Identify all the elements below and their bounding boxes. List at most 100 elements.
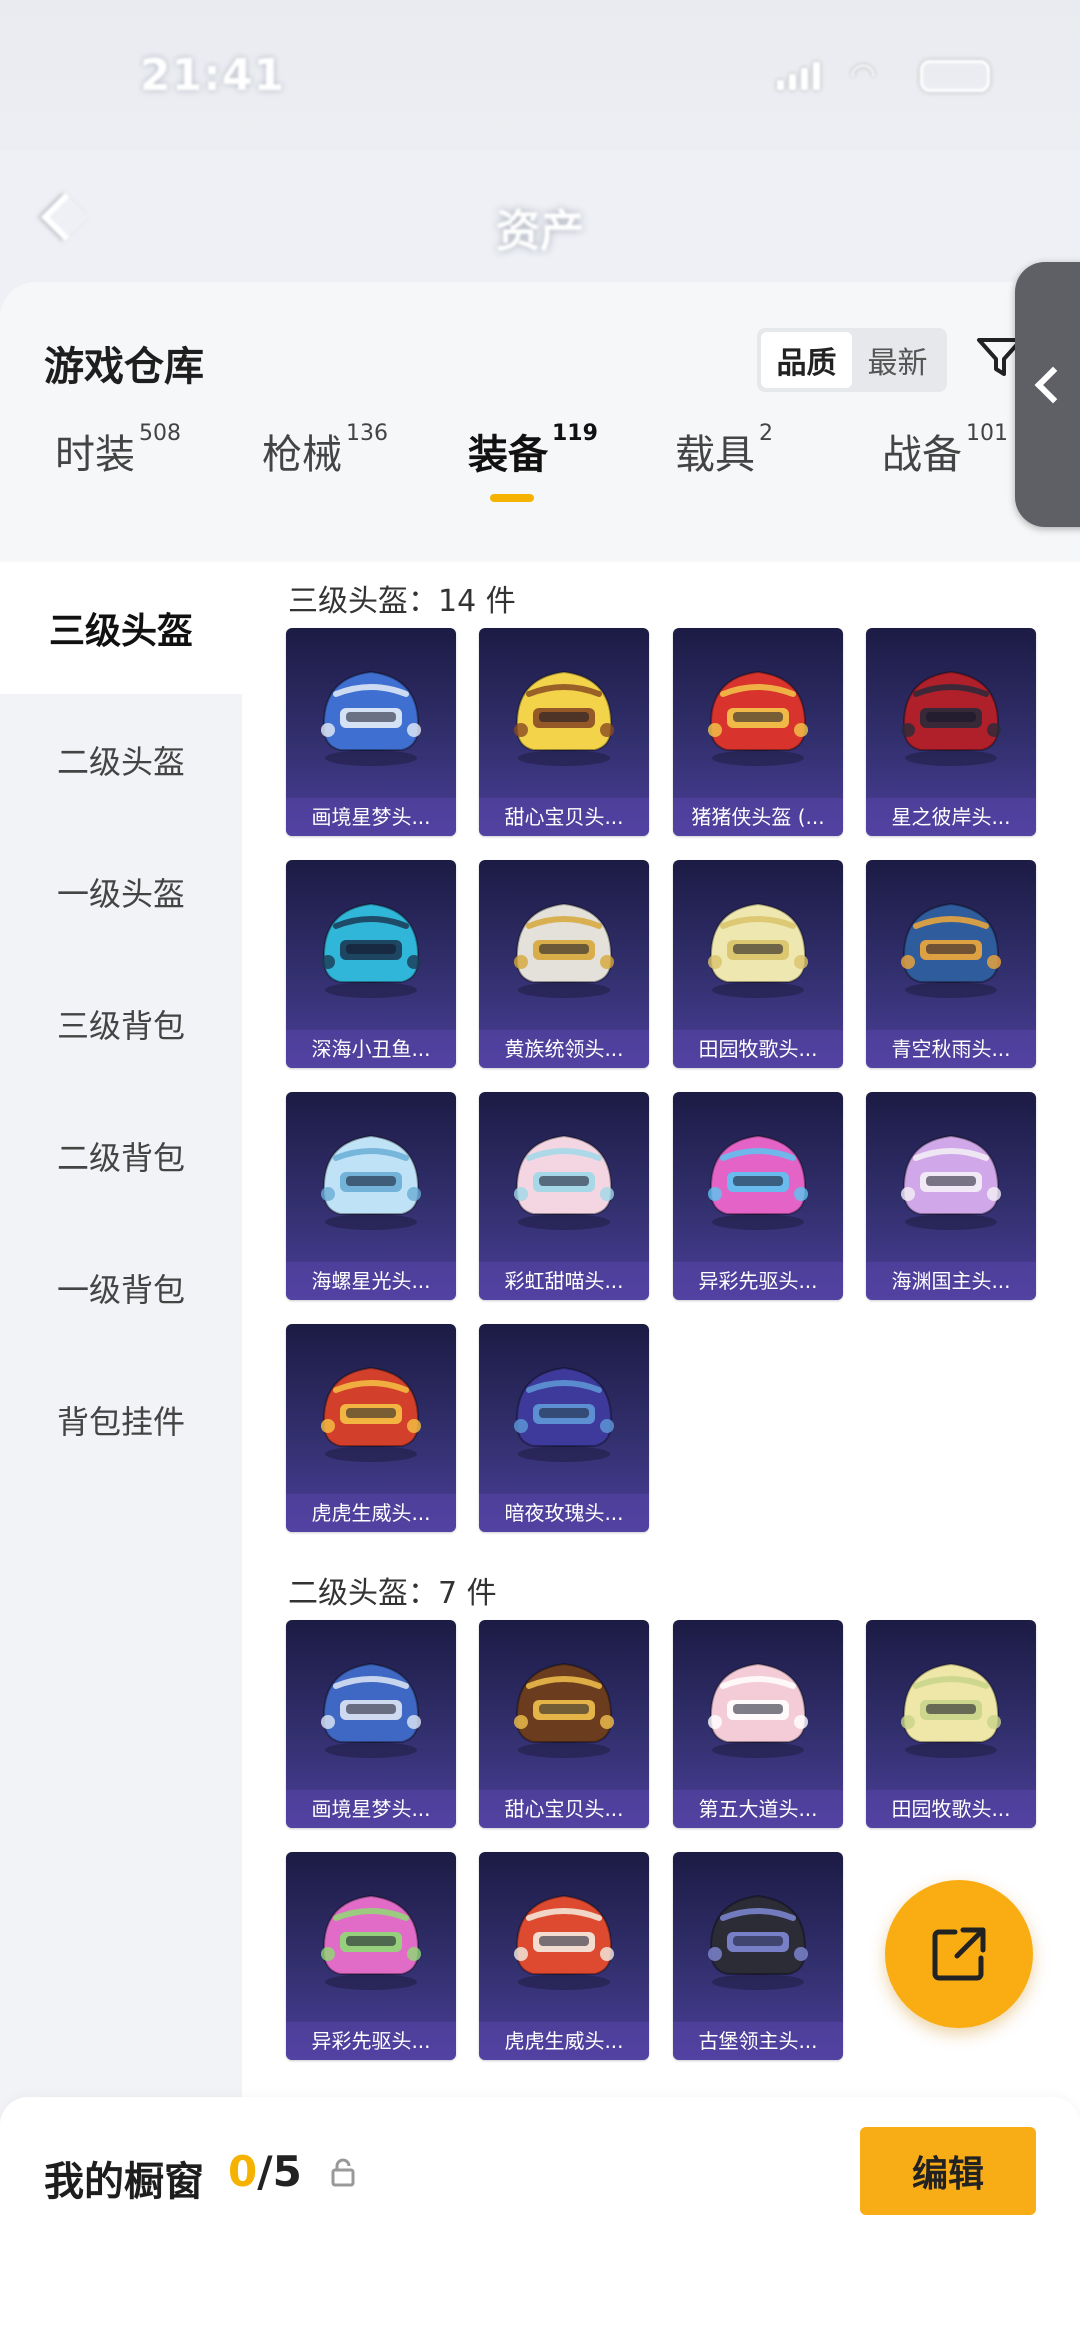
item-name: 黄族统领头... [479, 1030, 649, 1068]
helmet-icon [514, 1134, 614, 1230]
item-name: 第五大道头... [673, 1790, 843, 1828]
item-name: 田园牧歌头... [866, 1790, 1036, 1828]
item-name: 猪猪侠头盔 (... [673, 798, 843, 836]
showcase-count: 0/5 [228, 2147, 302, 2196]
helmet-icon [514, 1366, 614, 1462]
item-name: 彩虹甜喵头... [479, 1262, 649, 1300]
sidebar-item-backpack-charm[interactable]: 背包挂件 [0, 1354, 242, 1486]
item-name: 虎虎生威头... [479, 2022, 649, 2060]
item-name: 星之彼岸头... [866, 798, 1036, 836]
item-card[interactable]: 星之彼岸头... [866, 628, 1036, 836]
item-card[interactable]: 深海小丑鱼... [286, 860, 456, 1068]
sidebar-item-helmet-lv3[interactable]: 三级头盔 [0, 562, 242, 694]
sidebar-item-backpack-lv1[interactable]: 一级背包 [0, 1222, 242, 1354]
item-card[interactable]: 第五大道头... [673, 1620, 843, 1828]
showcase-title: 我的橱窗 [44, 2159, 204, 2205]
item-name: 海渊国主头... [866, 1262, 1036, 1300]
tab-fashion[interactable]: 时装 508 [55, 421, 181, 480]
lock-icon [331, 2158, 355, 2187]
item-card[interactable]: 异彩先驱头... [286, 1852, 456, 2060]
item-grid-area: 三级头盔：14 件 二级头盔：7 件 画境星梦头... 甜心宝贝头... 猪猪侠头盔… [242, 562, 1080, 2341]
item-name: 甜心宝贝头... [479, 1790, 649, 1828]
tab-vehicles[interactable]: 载具 2 [675, 421, 773, 480]
section-header-helmet-lv2: 二级头盔：7 件 [288, 1576, 497, 1611]
item-card[interactable]: 虎虎生威头... [286, 1324, 456, 1532]
item-name: 暗夜玫瑰头... [479, 1494, 649, 1532]
item-card[interactable]: 海渊国主头... [866, 1092, 1036, 1300]
signal-icon [777, 60, 820, 90]
helmet-icon [321, 1894, 421, 1990]
item-card[interactable]: 猪猪侠头盔 (... [673, 628, 843, 836]
warehouse-sheet: 游戏仓库 品质 最新 时装 508 枪械 136 装备 119 载具 2 战备 101 三… [0, 282, 1080, 2341]
item-card[interactable]: 画境星梦头... [286, 1620, 456, 1828]
helmet-icon [321, 1134, 421, 1230]
item-name: 古堡领主头... [673, 2022, 843, 2060]
item-name: 虎虎生威头... [286, 1494, 456, 1532]
item-name: 画境星梦头... [286, 798, 456, 836]
warehouse-title: 游戏仓库 [44, 344, 204, 390]
helmet-icon [901, 1662, 1001, 1758]
item-card[interactable]: 暗夜玫瑰头... [479, 1324, 649, 1532]
share-button[interactable] [885, 1880, 1033, 2028]
item-name: 画境星梦头... [286, 1790, 456, 1828]
item-name: 异彩先驱头... [673, 1262, 843, 1300]
item-card[interactable]: 甜心宝贝头... [479, 628, 649, 836]
helmet-icon [321, 902, 421, 998]
helmet-icon [708, 1894, 808, 1990]
helmet-icon [514, 1662, 614, 1758]
item-card[interactable]: 黄族统领头... [479, 860, 649, 1068]
helmet-icon [901, 1134, 1001, 1230]
tab-active-indicator [490, 494, 534, 502]
helmet-icon [708, 1134, 808, 1230]
helmet-icon [514, 670, 614, 766]
item-name: 甜心宝贝头... [479, 798, 649, 836]
status-bar: 21:41 ◠ [0, 0, 1080, 150]
item-card[interactable]: 异彩先驱头... [673, 1092, 843, 1300]
sort-toggle: 品质 最新 [757, 328, 947, 392]
helmet-icon [321, 1366, 421, 1462]
item-name: 海螺星光头... [286, 1262, 456, 1300]
helmet-icon [514, 902, 614, 998]
item-name: 异彩先驱头... [286, 2022, 456, 2060]
item-card[interactable]: 画境星梦头... [286, 628, 456, 836]
sidebar-item-backpack-lv2[interactable]: 二级背包 [0, 1090, 242, 1222]
category-tabs: 时装 508 枪械 136 装备 119 载具 2 战备 101 [0, 421, 1080, 522]
helmet-icon [708, 1662, 808, 1758]
sidebar-item-helmet-lv2[interactable]: 二级头盔 [0, 694, 242, 826]
item-card[interactable]: 海螺星光头... [286, 1092, 456, 1300]
item-name: 田园牧歌头... [673, 1030, 843, 1068]
sidebar: 三级头盔 二级头盔 一级头盔 三级背包 二级背包 一级背包 背包挂件 [0, 562, 242, 2341]
sidebar-item-backpack-lv3[interactable]: 三级背包 [0, 958, 242, 1090]
tab-equipment[interactable]: 装备 119 [468, 421, 598, 480]
item-card[interactable]: 彩虹甜喵头... [479, 1092, 649, 1300]
sort-newest-button[interactable]: 最新 [852, 332, 943, 388]
wifi-icon: ◠ [850, 57, 877, 92]
item-card[interactable]: 古堡领主头... [673, 1852, 843, 2060]
item-card[interactable]: 田园牧歌头... [673, 860, 843, 1068]
sidebar-item-helmet-lv1[interactable]: 一级头盔 [0, 826, 242, 958]
helmet-icon [901, 902, 1001, 998]
section-header-helmet-lv3: 三级头盔：14 件 [288, 584, 516, 619]
helmet-icon [514, 1894, 614, 1990]
item-card[interactable]: 甜心宝贝头... [479, 1620, 649, 1828]
helmet-icon [708, 670, 808, 766]
tab-guns[interactable]: 枪械 136 [262, 421, 388, 480]
helmet-icon [901, 670, 1001, 766]
status-icons: ◠ [777, 60, 990, 92]
item-name: 深海小丑鱼... [286, 1030, 456, 1068]
share-icon [932, 1927, 986, 1981]
item-card[interactable]: 青空秋雨头... [866, 860, 1036, 1068]
battery-icon [920, 60, 990, 92]
item-card[interactable]: 田园牧歌头... [866, 1620, 1036, 1828]
item-name: 青空秋雨头... [866, 1030, 1036, 1068]
helmet-icon [321, 1662, 421, 1758]
helmet-icon [321, 670, 421, 766]
page-title: 资产 [496, 206, 584, 257]
item-card[interactable]: 虎虎生威头... [479, 1852, 649, 2060]
showcase-bar: 我的橱窗 0/5 编辑 [0, 2097, 1080, 2341]
helmet-icon [708, 902, 808, 998]
tab-supplies[interactable]: 战备 101 [882, 421, 1008, 480]
edit-button[interactable]: 编辑 [860, 2127, 1036, 2215]
sort-quality-button[interactable]: 品质 [761, 332, 852, 388]
status-time: 21:41 [140, 50, 286, 101]
